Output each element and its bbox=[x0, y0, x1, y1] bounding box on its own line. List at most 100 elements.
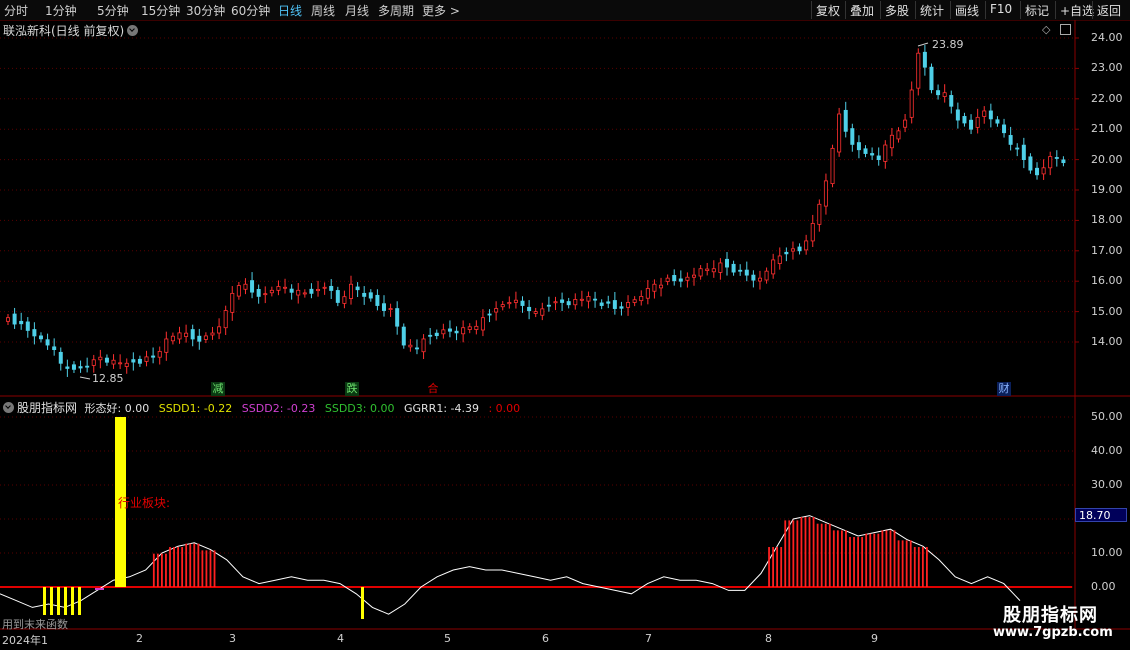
candle-down bbox=[1061, 159, 1066, 164]
candle-down bbox=[922, 51, 927, 68]
event-marker-red[interactable]: 合 bbox=[426, 382, 440, 396]
candle-up bbox=[685, 276, 690, 281]
candle-up bbox=[837, 113, 842, 153]
candle-up bbox=[223, 310, 228, 329]
candle-down bbox=[929, 66, 934, 91]
candle-up bbox=[1048, 156, 1053, 169]
candle-up bbox=[302, 292, 307, 295]
candle-up bbox=[236, 285, 241, 297]
candle-up bbox=[711, 268, 716, 273]
candle-up bbox=[474, 325, 479, 330]
candle-down bbox=[1002, 124, 1007, 134]
price-tick-label: 24.00 bbox=[1091, 31, 1123, 44]
price-tick-label: 14.00 bbox=[1091, 335, 1123, 348]
candle-up bbox=[480, 317, 485, 331]
indicator-yellow-bar-negative bbox=[78, 587, 81, 615]
candle-down bbox=[395, 308, 400, 327]
date-label: 7 bbox=[645, 632, 652, 645]
candle-down bbox=[936, 90, 941, 96]
candle-up bbox=[652, 283, 657, 292]
candle-down bbox=[12, 313, 17, 325]
indicator-yellow-bar-negative bbox=[361, 587, 364, 619]
candle-up bbox=[1041, 167, 1046, 175]
candle-down bbox=[1054, 157, 1059, 159]
event-marker-reduce[interactable]: 减 bbox=[211, 382, 225, 396]
candle-up bbox=[626, 302, 631, 308]
candle-up bbox=[342, 296, 347, 304]
indicator-value-red: : 0.00 bbox=[488, 402, 521, 415]
indicator-tick-label: 10.00 bbox=[1091, 546, 1123, 559]
candle-up bbox=[823, 180, 828, 207]
candle-up bbox=[777, 255, 782, 264]
watermark: 股朋指标网 www.7gpzb.com bbox=[985, 601, 1125, 645]
indicator-name[interactable]: 股朋指标网 bbox=[17, 401, 77, 415]
low-price-label: 12.85 bbox=[92, 372, 124, 385]
candle-up bbox=[533, 311, 538, 314]
candle-down bbox=[955, 109, 960, 121]
candle-up bbox=[170, 335, 175, 342]
candle-up bbox=[579, 298, 584, 301]
price-tick-label: 15.00 bbox=[1091, 304, 1123, 318]
candle-up bbox=[494, 308, 499, 313]
candle-up bbox=[692, 274, 697, 278]
candle-up bbox=[269, 289, 274, 294]
event-marker-label: 减 bbox=[212, 382, 224, 395]
candle-up bbox=[698, 268, 703, 277]
candle-down bbox=[606, 301, 611, 304]
candle-down bbox=[995, 119, 1000, 124]
event-marker-finance[interactable]: 财 bbox=[997, 382, 1011, 396]
candle-up bbox=[217, 326, 222, 334]
future-function-note: 用到末来函数 bbox=[2, 618, 68, 631]
candle-down bbox=[329, 285, 334, 291]
candle-down bbox=[65, 366, 70, 369]
indicator-value-ssdd3: SSDD3: 0.00 bbox=[324, 402, 395, 415]
candle-up bbox=[540, 308, 545, 316]
candle-down bbox=[197, 335, 202, 342]
price-tick-label: 23.00 bbox=[1091, 61, 1123, 75]
event-marker-drop[interactable]: 跌 bbox=[345, 382, 359, 396]
candle-up bbox=[243, 283, 248, 290]
candle-down bbox=[599, 302, 604, 306]
watermark-url: www.7gpzb.com bbox=[993, 625, 1113, 640]
candle-up bbox=[659, 284, 664, 289]
candle-down bbox=[566, 301, 571, 306]
candle-up bbox=[296, 289, 301, 296]
candle-down bbox=[850, 128, 855, 145]
candle-up bbox=[982, 110, 987, 117]
candle-up bbox=[408, 344, 413, 348]
candle-down bbox=[78, 366, 83, 369]
candle-up bbox=[573, 299, 578, 306]
indicator-yellow-bar-negative bbox=[64, 587, 67, 615]
indicator-value-ggrr1: GGRR1: -4.39 bbox=[403, 402, 479, 415]
candle-down bbox=[368, 292, 373, 299]
candle-up bbox=[665, 277, 670, 282]
candle-down bbox=[612, 300, 617, 309]
date-label: 4 bbox=[337, 632, 344, 645]
candle-up bbox=[349, 283, 354, 299]
candle-up bbox=[830, 147, 835, 185]
candle-up bbox=[177, 332, 182, 340]
chevron-down-icon[interactable] bbox=[3, 402, 14, 413]
candle-down bbox=[137, 358, 142, 364]
candle-down bbox=[870, 153, 875, 156]
industry-label: 行业板块: bbox=[118, 496, 171, 510]
candle-down bbox=[1015, 147, 1020, 150]
candle-down bbox=[1035, 167, 1040, 176]
price-tick-label: 22.00 bbox=[1091, 91, 1123, 105]
candle-down bbox=[71, 364, 76, 370]
indicator-value-ssdd2: SSDD2: -0.23 bbox=[241, 402, 316, 415]
candle-down bbox=[843, 109, 848, 132]
candle-up bbox=[98, 356, 103, 361]
low-pointer bbox=[79, 376, 91, 380]
price-tick-label: 21.00 bbox=[1091, 122, 1123, 136]
date-label: 6 bbox=[542, 632, 549, 645]
candle-down bbox=[1008, 135, 1013, 145]
candle-down bbox=[25, 321, 30, 331]
candle-down bbox=[949, 95, 954, 107]
candle-down bbox=[731, 263, 736, 273]
candle-up bbox=[6, 317, 11, 322]
indicator-tick-label: 0.00 bbox=[1091, 580, 1116, 593]
indicator-tick-label: 30.00 bbox=[1091, 478, 1123, 491]
candle-up bbox=[909, 89, 914, 118]
indicator-header: 股朋指标网 形态好: 0.00 SSDD1: -0.22 SSDD2: -0.2… bbox=[3, 399, 526, 416]
